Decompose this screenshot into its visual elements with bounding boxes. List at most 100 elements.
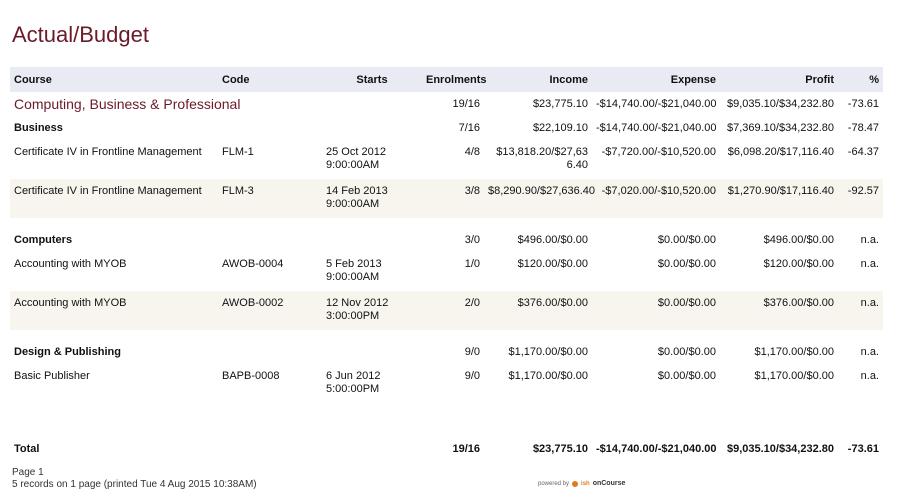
- percent-cell: -92.57: [838, 179, 883, 218]
- section-profit: $9,035.10/$34,232.80: [726, 97, 834, 110]
- income-cell: $1,170.00/$0.00: [508, 370, 588, 382]
- group-enrolments: 7/16: [458, 121, 480, 134]
- total-row: Total 19/16 $23,775.10 -$14,740.00/-$21,…: [10, 437, 883, 461]
- spacer-row: [10, 218, 883, 228]
- group-expense: $0.00/$0.00: [657, 233, 716, 246]
- actual-budget-table: Course Code Starts Enrolments Income Exp…: [10, 67, 883, 461]
- col-enrolments: Enrolments: [422, 67, 487, 92]
- group-income: $1,170.00/$0.00: [508, 345, 588, 358]
- percent-cell: n.a.: [860, 370, 879, 382]
- expense-cell: $0.00/$0.00: [592, 291, 720, 330]
- group-percent: -78.47: [847, 121, 879, 134]
- expense-cell: $0.00/$0.00: [657, 370, 716, 382]
- col-percent: %: [838, 67, 883, 92]
- expense-cell: $0.00/$0.00: [657, 258, 716, 270]
- start-time: 5:00:00PM: [326, 383, 380, 395]
- col-code: Code: [218, 67, 322, 92]
- enrolments-cell: 2/0: [422, 291, 484, 330]
- profit-cell: $1,170.00/$0.00: [754, 370, 834, 382]
- ish-logo-icon: [572, 480, 579, 487]
- income-cell: $120.00/$0.00: [517, 258, 588, 270]
- table-row: Accounting with MYOB AWOB-0002 12 Nov 20…: [10, 291, 883, 330]
- enrolments-cell: 3/8: [422, 179, 484, 218]
- powered-by-logo: powered by ish onCourse: [538, 480, 625, 487]
- start-date: 25 Oct 2012: [326, 146, 386, 158]
- page-footer: Page 1 5 records on 1 page (printed Tue …: [12, 467, 257, 491]
- group-name: Design & Publishing: [14, 345, 121, 358]
- group-name: Computers: [14, 233, 73, 246]
- course-name: Accounting with MYOB: [14, 258, 127, 270]
- profit-cell: $1,270.90/$17,116.40: [720, 179, 838, 218]
- report-title: Actual/Budget: [12, 22, 149, 47]
- percent-cell: n.a.: [838, 291, 883, 330]
- group-expense: $0.00/$0.00: [657, 345, 716, 358]
- section-name: Computing, Business & Professional: [14, 95, 241, 112]
- page-number: Page 1: [12, 467, 44, 478]
- group-profit: $496.00/$0.00: [763, 233, 834, 246]
- total-enrolments: 19/16: [452, 442, 480, 455]
- group-name: Business: [14, 121, 63, 134]
- group-enrolments: 3/0: [464, 233, 480, 246]
- col-profit: Profit: [720, 67, 838, 92]
- income-cell: $8,290.90/$27,636.40: [484, 179, 595, 218]
- total-expense: -$14,740.00/-$21,040.00: [596, 442, 717, 455]
- col-course: Course: [10, 67, 218, 92]
- profit-cell: $6,098.20/$17,116.40: [727, 146, 834, 158]
- course-code: BAPB-0008: [222, 370, 280, 382]
- group-income: $22,109.10: [532, 121, 588, 134]
- group-row: Design & Publishing 9/0 $1,170.00/$0.00 …: [10, 340, 883, 364]
- total-income: $23,775.10: [532, 442, 588, 455]
- ish-brand: ish: [581, 480, 590, 487]
- course-code: AWOB-0002: [218, 291, 322, 330]
- group-income: $496.00/$0.00: [517, 233, 588, 246]
- expense-cell: -$7,020.00/-$10,520.00: [592, 179, 720, 218]
- income-cell: $376.00/$0.00: [484, 291, 592, 330]
- table-row: Certificate IV in Frontline Management F…: [10, 140, 883, 179]
- total-label: Total: [14, 442, 40, 455]
- table-row: Accounting with MYOB AWOB-0004 5 Feb 201…: [10, 252, 883, 291]
- start-cell: 14 Feb 2013 9:00:00AM: [322, 179, 422, 218]
- section-percent: -73.61: [847, 97, 879, 110]
- group-row: Computers 3/0 $496.00/$0.00 $0.00/$0.00 …: [10, 228, 883, 252]
- start-time: 9:00:00AM: [326, 159, 380, 171]
- spacer-row: [10, 403, 883, 437]
- group-profit: $1,170.00/$0.00: [754, 345, 834, 358]
- course-code: FLM-1: [222, 146, 254, 158]
- profit-cell: $120.00/$0.00: [763, 258, 834, 270]
- group-expense: -$14,740.00/-$21,040.00: [596, 121, 717, 134]
- course-name: Basic Publisher: [14, 370, 90, 382]
- total-percent: -73.61: [847, 442, 879, 455]
- course-name: Certificate IV in Frontline Management: [10, 179, 218, 218]
- section-row: Computing, Business & Professional 19/16…: [10, 92, 883, 116]
- start-date: 14 Feb 2013: [326, 185, 388, 197]
- start-date: 6 Jun 2012: [326, 370, 381, 382]
- total-profit: $9,035.10/$34,232.80: [726, 442, 834, 455]
- start-cell: 25 Oct 2012 9:00:00AM: [322, 140, 422, 179]
- col-starts: Starts: [322, 67, 422, 92]
- oncourse-brand: onCourse: [592, 480, 626, 487]
- percent-cell: -64.37: [847, 146, 879, 158]
- enrolments-cell: 9/0: [464, 370, 480, 382]
- start-cell: 5 Feb 2013 9:00:00AM: [322, 252, 422, 291]
- start-date: 5 Feb 2013: [326, 258, 382, 270]
- spacer-row: [10, 330, 883, 340]
- income-cell: $13,818.20/$27,636.40: [496, 146, 588, 171]
- records-summary: 5 records on 1 page (printed Tue 4 Aug 2…: [12, 479, 257, 490]
- start-cell: 6 Jun 2012 5:00:00PM: [322, 364, 422, 403]
- start-time: 9:00:00AM: [326, 271, 380, 283]
- col-expense: Expense: [592, 67, 720, 92]
- section-expense: -$14,740.00/-$21,040.00: [596, 97, 717, 110]
- course-name: Accounting with MYOB: [10, 291, 218, 330]
- start-time: 3:00:00PM: [326, 310, 380, 322]
- table-row: Basic Publisher BAPB-0008 6 Jun 2012 5:00…: [10, 364, 883, 403]
- course-code: AWOB-0004: [222, 258, 284, 270]
- report-body: Computing, Business & Professional 19/16…: [10, 92, 883, 461]
- group-row: Business 7/16 $22,109.10 -$14,740.00/-$2…: [10, 116, 883, 140]
- section-enrolments: 19/16: [452, 97, 480, 110]
- course-code: FLM-3: [218, 179, 322, 218]
- group-profit: $7,369.10/$34,232.80: [726, 121, 834, 134]
- header-row: Course Code Starts Enrolments Income Exp…: [10, 67, 883, 92]
- expense-cell: -$7,720.00/-$10,520.00: [601, 146, 716, 158]
- group-percent: n.a.: [860, 345, 879, 358]
- enrolments-cell: 4/8: [464, 146, 480, 158]
